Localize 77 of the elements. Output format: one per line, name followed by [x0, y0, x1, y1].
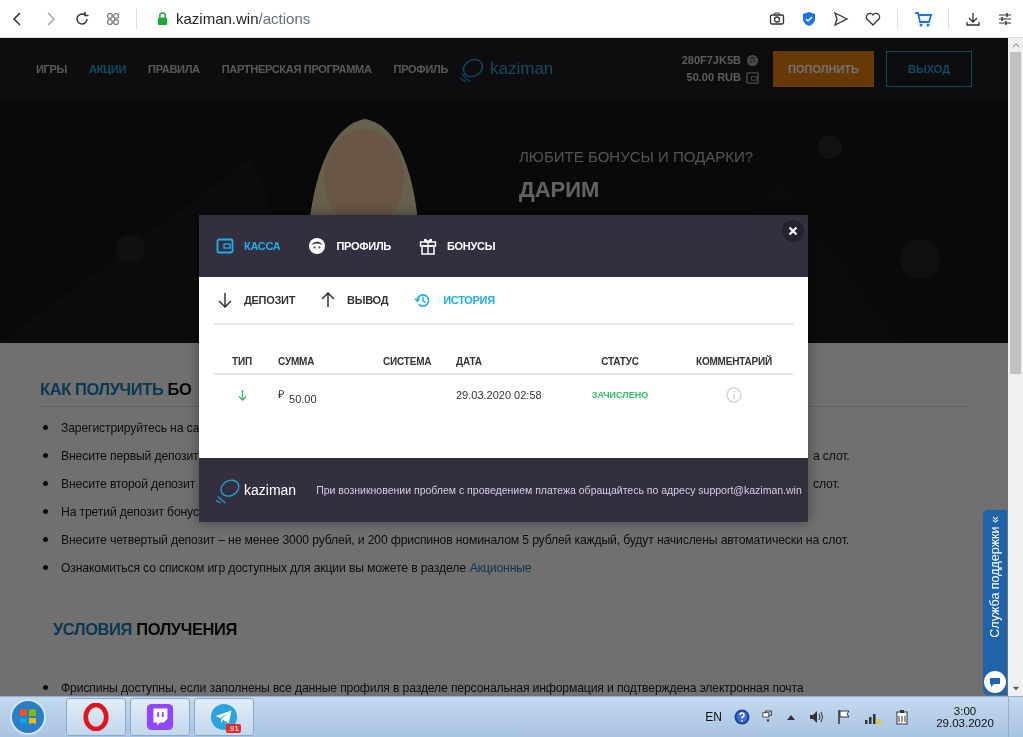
wallet-icon: [216, 237, 234, 255]
clock[interactable]: 3:00 29.03.2020: [926, 705, 1004, 729]
nav-link[interactable]: ИГРЫ: [36, 62, 68, 75]
column-header: ДАТА: [455, 355, 483, 367]
taskbar-app[interactable]: [66, 698, 126, 736]
grid-icon[interactable]: [106, 11, 120, 26]
scroll-down-icon[interactable]: [1011, 686, 1020, 692]
nav-link[interactable]: ПРОФИЛЬ: [393, 62, 449, 75]
dialog-subtab[interactable]: ДЕПОЗИТ: [218, 292, 296, 308]
list-text: а слот.: [813, 448, 850, 463]
column-header: СИСТЕМА: [382, 355, 433, 367]
camera-icon[interactable]: [769, 10, 785, 27]
nav-link[interactable]: ПАРТНЕРСКАЯ ПРОГРАММА: [221, 62, 372, 75]
banner-headline: ЛЮБИТЕ БОНУСЫ И ПОДАРКИ?: [519, 148, 754, 165]
gift-icon: [418, 237, 437, 255]
shield-icon[interactable]: [801, 10, 817, 27]
dialog-tab[interactable]: ПРОФИЛЬ: [308, 237, 391, 255]
list-text: слот.: [813, 476, 840, 491]
taskbar-app[interactable]: [130, 698, 190, 736]
history-icon: [414, 291, 432, 309]
column-header: СУММА: [277, 355, 316, 367]
footer-note: При возникновении проблем с проведением платежа обращайтесь по адресу support@kaziman.win: [316, 484, 802, 496]
twitch-icon: [146, 703, 174, 731]
opera-icon: [82, 703, 110, 731]
column-header: ТИП: [232, 355, 252, 367]
settings-icon[interactable]: [997, 10, 1013, 27]
arrow-down-icon: [218, 292, 232, 308]
unread-badge: .91: [225, 724, 241, 733]
taskbar-app[interactable]: .91: [194, 698, 254, 736]
column-header: КОММЕНТАРИЙ: [696, 355, 772, 367]
list-text: Внесите четвертый депозит – не менее 3000 рублей, и 200 фриспинов номиналом 5 рублей каждый, будут начислены автоматически на слот.: [61, 532, 849, 547]
nav-link[interactable]: ПРАВИЛА: [148, 62, 200, 75]
wallet-icon: [746, 70, 759, 84]
dialog-tab[interactable]: КАССА: [216, 237, 281, 255]
list-text: Внесите первый депозит: [61, 448, 199, 463]
list-text: Ознакомиться со списком игр доступных для акции вы можете в разделе Акционные: [61, 560, 532, 575]
link[interactable]: Акционные: [469, 560, 532, 575]
lock-icon: [157, 12, 168, 25]
cart-icon[interactable]: [914, 10, 932, 27]
table-cell-text: 29.03.2020 02:58: [455, 389, 543, 401]
list-text: Фриспины доступны, если заполнены все данные профиля в разделе персональная информация и подтверждена электронная почта: [61, 680, 804, 695]
logo-text: kaziman: [244, 482, 297, 498]
dialog-tab[interactable]: БОНУСЫ: [418, 237, 496, 255]
send-icon[interactable]: [833, 10, 849, 27]
status-text: ЗАЧИСЛЕНО: [591, 390, 649, 400]
speaker-icon[interactable]: [808, 709, 824, 725]
dialog-subtab[interactable]: ВЫВОД: [321, 292, 389, 308]
help-icon[interactable]: [734, 709, 750, 725]
flag-icon[interactable]: [836, 709, 852, 725]
support-tab[interactable]: Служба поддержки «: [983, 510, 1007, 695]
language-indicator[interactable]: EN: [705, 710, 722, 724]
download-icon[interactable]: [965, 10, 981, 27]
address-field[interactable]: kaziman.win/actions: [176, 10, 311, 27]
telegram-icon: [210, 703, 238, 731]
clipboard-icon[interactable]: [894, 709, 910, 725]
list-text: Внесите второй депозит: [61, 476, 196, 491]
dialog-subtab[interactable]: ИСТОРИЯ: [414, 291, 495, 309]
arrow-down-icon: [237, 389, 247, 401]
column-header: СТАТУС: [601, 355, 639, 367]
banner-subheadline: ДАРИМ: [519, 177, 601, 203]
close-icon[interactable]: [782, 220, 804, 242]
tray-arrow-icon[interactable]: [786, 713, 796, 721]
section-heading: КАК ПОЛУЧИТЬ БО: [40, 380, 192, 399]
scroll-up-icon[interactable]: [1011, 42, 1020, 48]
logo-text: kaziman: [490, 58, 554, 79]
start-button[interactable]: [8, 697, 48, 737]
balance: 50.00 RUB: [686, 71, 741, 83]
face-icon: [308, 237, 327, 255]
list-text: Зарегистрируйтесь на са: [61, 420, 200, 435]
face-icon: [746, 53, 759, 67]
scrollbar[interactable]: [1008, 38, 1023, 696]
arrow-up-icon: [321, 292, 336, 308]
heart-icon[interactable]: [865, 10, 881, 27]
reload-icon[interactable]: [74, 10, 90, 27]
account-id: 280F7JK5B: [681, 54, 741, 66]
section-heading: УСЛОВИЯ ПОЛУЧЕНИЯ: [53, 620, 237, 639]
list-text: На третий депозит бонус: [61, 504, 199, 519]
